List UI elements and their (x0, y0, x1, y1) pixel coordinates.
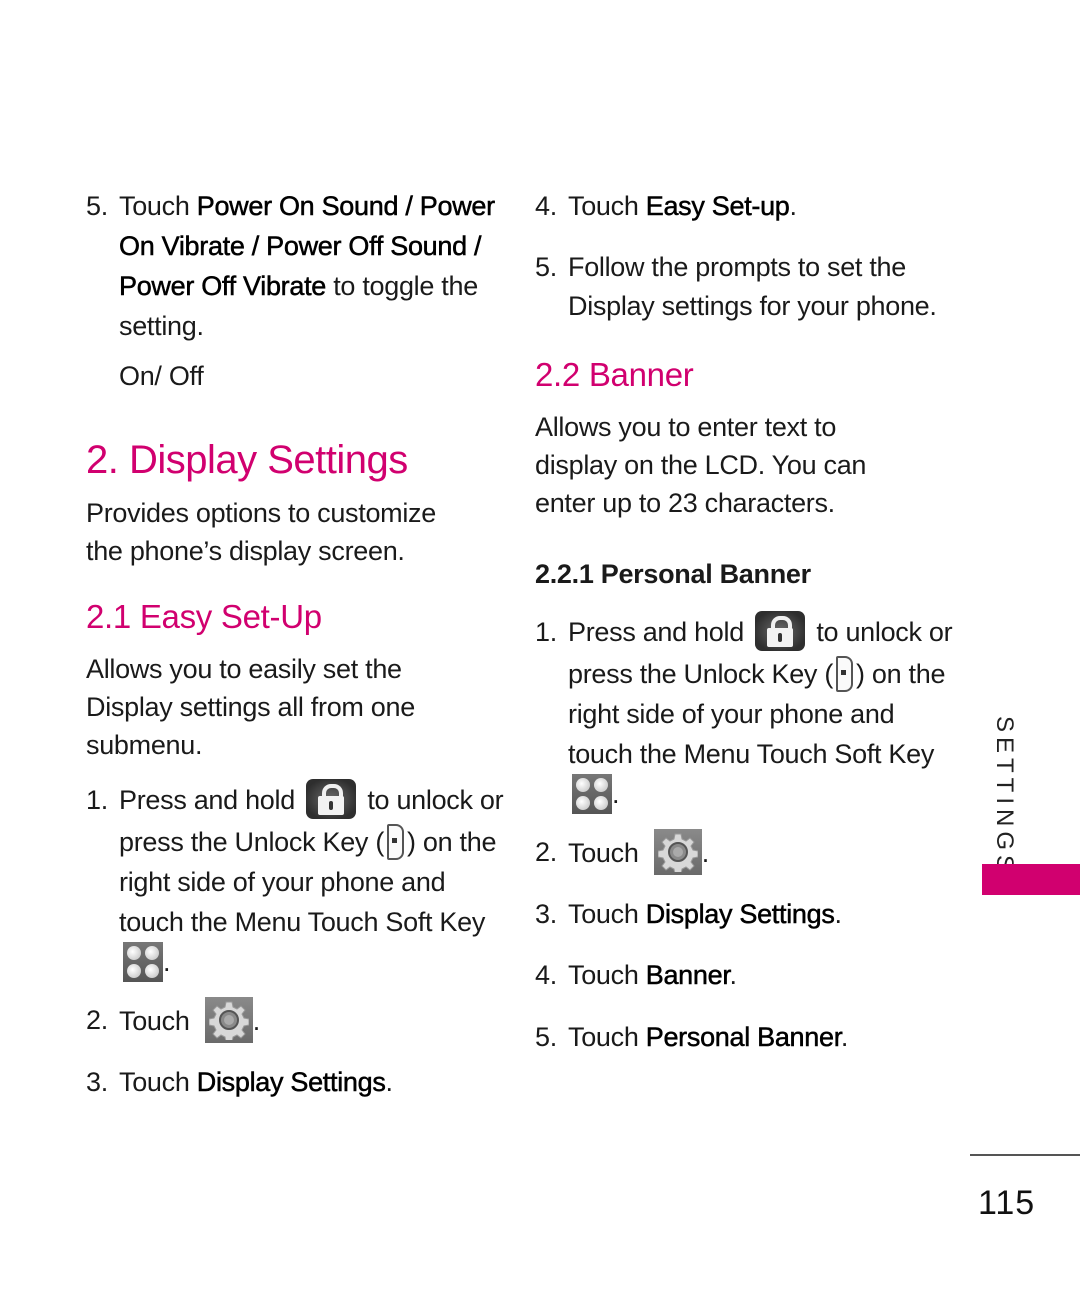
step-number: 2. (535, 836, 557, 867)
step-number: 3. (535, 898, 557, 929)
list-item: 1. Press and hold to unlock or press the… (535, 610, 963, 816)
step-text: . (840, 1021, 849, 1052)
lock-icon (306, 778, 357, 819)
step-number: 5. (535, 252, 557, 282)
list-item: 1. Press and hold to unlock or press the… (86, 778, 514, 984)
step-number: 4. (535, 191, 557, 221)
list-item: 3. Touch Display Settings. (535, 894, 955, 934)
step-number: 1. (86, 785, 108, 815)
step-number: 5. (535, 1021, 557, 1052)
step-number: 2. (86, 1004, 108, 1035)
list-item: 5. Follow the prompts to set the Display… (535, 248, 968, 326)
menu-grid-icon (572, 773, 612, 814)
list-item: 5. Touch Personal Banner. (535, 1017, 955, 1057)
step-text: Press and hold (119, 785, 303, 815)
step-bold-text: Display Settings (196, 1066, 387, 1098)
section-description: Provides options to customize the phone’… (86, 498, 436, 566)
lock-icon (755, 610, 806, 651)
menu-grid-icon (123, 941, 163, 982)
page-number-divider (970, 1154, 1080, 1156)
on-off-options: On/ Off (119, 361, 204, 391)
step-text: . (729, 959, 738, 990)
step-text: Touch (119, 1005, 197, 1036)
step-text: . (163, 946, 171, 977)
section-tab-marker (982, 864, 1080, 895)
step-text: Touch (568, 837, 646, 868)
list-item: 3. Touch Display Settings. (86, 1062, 486, 1102)
section-tab-label: SETTINGS (991, 716, 1018, 877)
left-column: 5. Touch Power On Sound / Power On Vibra… (86, 186, 504, 1102)
sub-subsection-title: 2.2.1 Personal Banner (535, 559, 811, 589)
right-column: 4. Touch Easy Set-up. 5. Follow the prom… (535, 186, 955, 1057)
step-bold-text: Personal Banner (645, 1021, 841, 1053)
step-bold-text: Easy Set-up (645, 191, 791, 222)
step-text: . (789, 191, 798, 221)
step-text: . (834, 898, 843, 929)
step-text: Touch (568, 191, 646, 221)
step-number: 4. (535, 959, 557, 990)
section-title: 2. Display Settings (86, 438, 408, 482)
step-text: . (385, 1066, 394, 1097)
step-text: Follow the prompts to set the Display se… (568, 252, 937, 321)
step-number: 3. (86, 1066, 108, 1097)
subsection-description: Allows you to enter text to display on t… (535, 412, 867, 518)
side-key-icon (387, 823, 405, 860)
step-text: . (612, 778, 620, 809)
power-sound-step: 5. Touch Power On Sound / Power On Vibra… (86, 186, 509, 396)
subsection-title: 2.2 Banner (535, 356, 694, 393)
step-text: Press and hold (568, 617, 752, 647)
step-text: Touch (568, 1021, 646, 1052)
list-item: 4. Touch Easy Set-up. (535, 186, 955, 226)
side-key-icon (836, 655, 854, 692)
subsection-description: Allows you to easily set the Display set… (86, 654, 415, 760)
step-text: Touch (568, 959, 646, 990)
list-item: 4. Touch Banner. (535, 955, 955, 995)
gear-icon (653, 828, 702, 875)
step-text: Touch (119, 191, 197, 221)
list-item: 2. Touch . (86, 996, 486, 1046)
step-number: 1. (535, 617, 557, 647)
gear-icon (204, 996, 253, 1043)
step-text: . (701, 837, 710, 868)
page-number: 115 (978, 1184, 1036, 1222)
step-number: 5. (86, 191, 108, 221)
step-bold-text: Banner (645, 959, 731, 991)
list-item: 2. Touch . (535, 828, 955, 878)
step-text: . (252, 1005, 261, 1036)
subsection-title: 2.1 Easy Set-Up (86, 598, 322, 635)
step-text: Touch (119, 1066, 197, 1097)
step-bold-text: Display Settings (645, 898, 836, 930)
step-text: Touch (568, 898, 646, 929)
